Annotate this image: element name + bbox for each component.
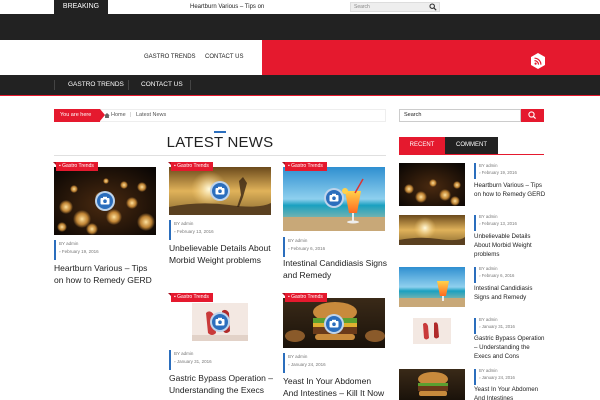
sidebar-search-button[interactable] [521, 109, 544, 122]
top-search-placeholder: Search [354, 4, 370, 10]
category-label: Gastro Trends [62, 163, 94, 169]
sidebar-post-title-link[interactable]: Yeast In Your Abdomen And Intestines [474, 385, 546, 400]
tab-comment[interactable]: COMMENT [445, 137, 498, 154]
meta-accent [169, 350, 171, 370]
nav-divider [54, 80, 55, 90]
category-label: Gastro Trends [291, 163, 323, 169]
meta-accent [474, 163, 476, 179]
search-icon[interactable] [429, 3, 437, 11]
sidebar-post-date: January 24, 2016 [481, 375, 515, 380]
sidebar-post-title-link[interactable]: Intestinal Candidiasis Signs and Remedy [474, 284, 546, 302]
camera-icon[interactable] [210, 181, 230, 201]
post-title-link[interactable]: Gastric Bypass Operation – Understanding… [169, 372, 273, 396]
sidebar-post-date: February 6, 2016 [481, 273, 515, 278]
category-badge-tail [168, 293, 171, 296]
sidebar-post-title-link[interactable]: Unbelievable Details About Morbid Weight… [474, 232, 546, 259]
meta-accent [54, 240, 56, 260]
category-badge-tail [282, 293, 285, 296]
breadcrumb-home-link[interactable]: Home [111, 109, 126, 122]
post-date: February 19, 2016 [61, 249, 99, 254]
sidebar-thumbnail[interactable] [399, 163, 465, 206]
post-title-link[interactable]: Yeast In Your Abdomen And Intestines – K… [283, 375, 387, 399]
post-title-link[interactable]: Heartburn Various – Tips on how to Remed… [54, 262, 158, 286]
category-badge[interactable]: ▪ Gastro Trends [171, 293, 213, 302]
breadcrumb-separator: | [130, 112, 132, 118]
sidebar-thumbnail[interactable] [399, 215, 465, 245]
post-date: February 13, 2016 [176, 229, 214, 234]
category-badge[interactable]: ▪ Gastro Trends [285, 162, 327, 171]
sidebar-post-title-link[interactable]: Gastric Bypass Operation – Understanding… [474, 334, 546, 361]
meta-accent [169, 220, 171, 240]
sidebar-thumbnail[interactable] [413, 318, 451, 344]
camera-icon[interactable] [210, 312, 230, 332]
category-badge[interactable]: ▪ Gastro Trends [171, 162, 213, 171]
meta-accent [474, 215, 476, 231]
sidebar-post-date: January 31, 2016 [481, 324, 515, 329]
category-badge[interactable]: ▪ Gastro Trends [56, 162, 98, 171]
category-label: Gastro Trends [291, 294, 323, 300]
search-icon [528, 111, 537, 120]
category-badge[interactable]: ▪ Gastro Trends [285, 293, 327, 302]
nav-item-contact-us[interactable]: CONTACT US [133, 75, 191, 95]
rss-icon[interactable] [530, 53, 546, 69]
breadcrumb-current: Latest News [136, 112, 167, 118]
sidebar-post-date: February 13, 2016 [481, 221, 517, 226]
category-badge-tail [282, 162, 285, 165]
category-label: Gastro Trends [177, 163, 209, 169]
page-title: LATEST NEWS [166, 134, 274, 151]
post-date: February 6, 2016 [290, 246, 326, 251]
sidebar-thumbnail[interactable] [399, 267, 465, 307]
nav-item-gastro-trends[interactable]: GASTRO TRENDS [60, 75, 132, 95]
sidebar-thumbnail[interactable] [399, 369, 465, 400]
breaking-label: BREAKING [54, 0, 108, 14]
tab-recent[interactable]: RECENT [399, 137, 445, 154]
sidebar-tab-divider [399, 154, 544, 155]
sidebar-search-placeholder: Search [404, 112, 422, 118]
meta-accent [283, 353, 285, 373]
home-icon [104, 113, 110, 118]
post-date: January 31, 2016 [176, 359, 212, 364]
meta-accent [474, 318, 476, 334]
meta-accent [474, 267, 476, 283]
post-date: January 24, 2016 [290, 362, 326, 367]
post-title-link[interactable]: Intestinal Candidiasis Signs and Remedy [283, 257, 387, 281]
section-title-accent [214, 131, 226, 133]
category-label: Gastro Trends [177, 294, 209, 300]
section-divider [54, 155, 386, 156]
camera-icon[interactable] [324, 314, 344, 334]
nav-divider [128, 80, 129, 90]
nav-divider [190, 80, 191, 90]
breadcrumb-label: You are here [54, 109, 100, 122]
sidebar-post-date: February 19, 2016 [481, 170, 517, 175]
category-badge-tail [168, 162, 171, 165]
header-link-gastro-trends[interactable]: GASTRO TRENDS [144, 54, 196, 60]
header-link-contact-us[interactable]: CONTACT US [205, 54, 243, 60]
post-title-link[interactable]: Unbelievable Details About Morbid Weight… [169, 242, 273, 266]
meta-accent [474, 369, 476, 385]
category-badge-tail [53, 162, 56, 165]
camera-icon[interactable] [95, 191, 115, 211]
meta-accent [283, 237, 285, 257]
camera-icon[interactable] [324, 188, 344, 208]
breaking-ticker-link[interactable]: Heartburn Various – Tips on [190, 0, 264, 14]
sidebar-post-title-link[interactable]: Heartburn Various – Tips on how to Remed… [474, 181, 546, 199]
header-dark-band [0, 14, 600, 40]
header-red-area [262, 40, 600, 75]
